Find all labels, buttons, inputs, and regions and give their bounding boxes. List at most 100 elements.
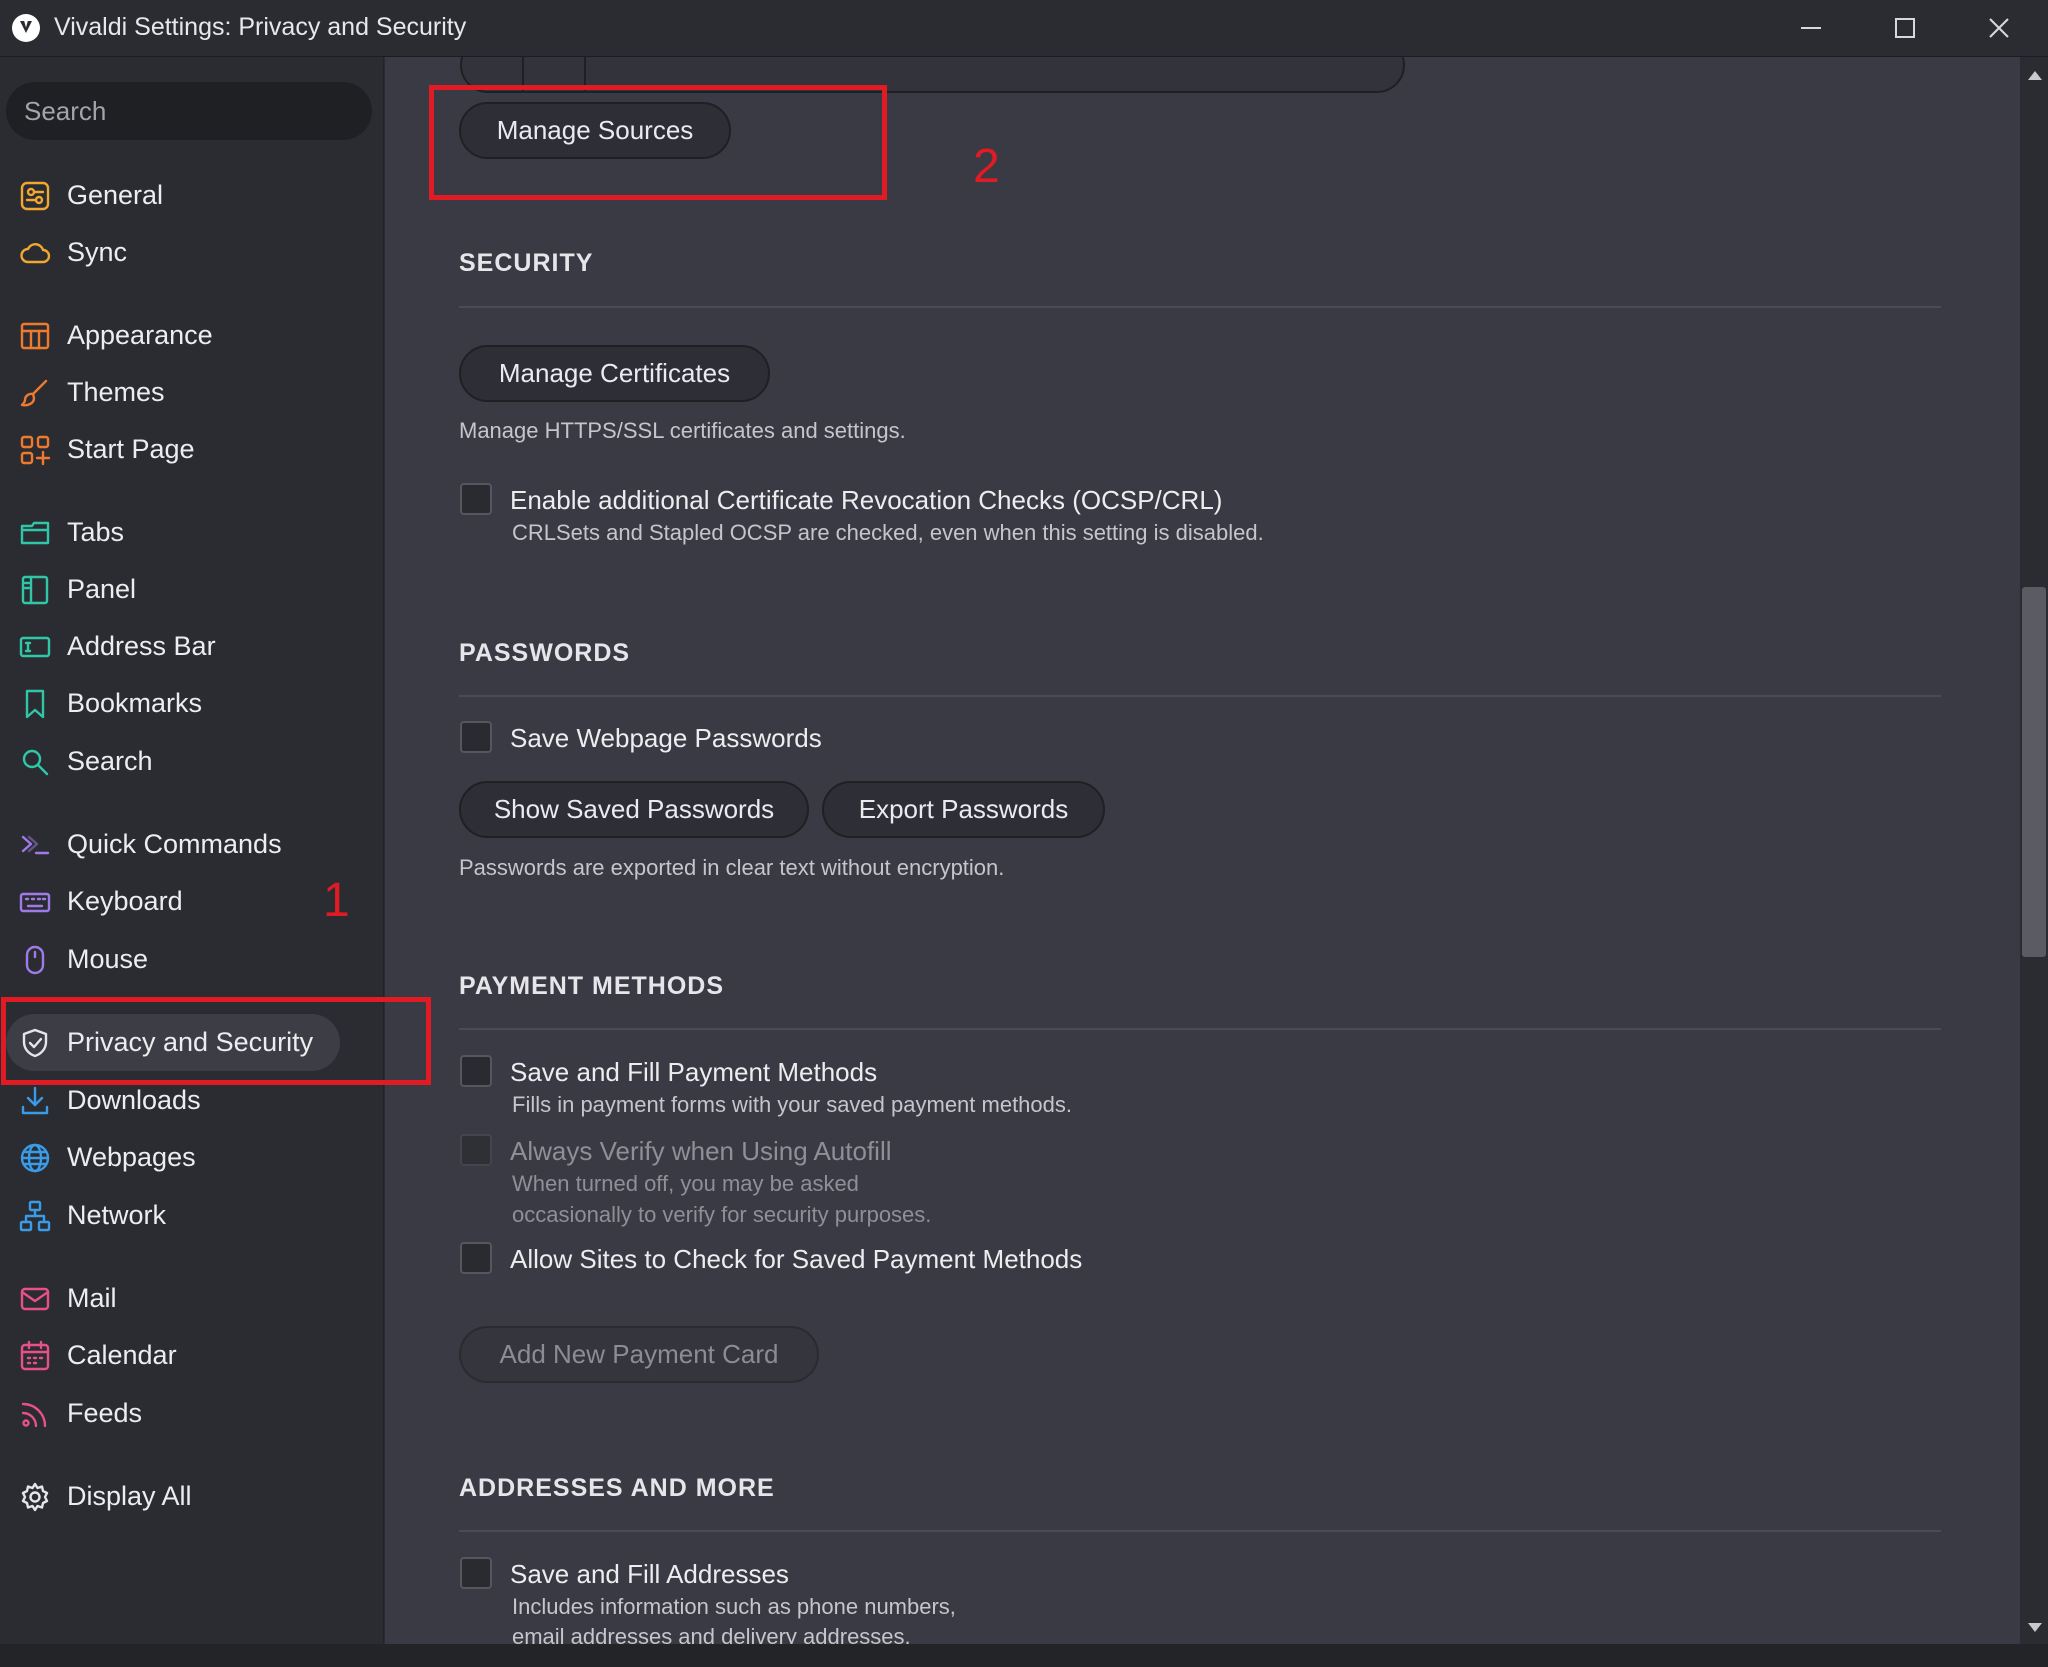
sidebar-item-calendar[interactable]: Calendar — [6, 1327, 340, 1384]
network-icon — [18, 1199, 52, 1233]
sidebar-item-label: Webpages — [67, 1142, 196, 1172]
globe-icon — [18, 1141, 52, 1175]
sidebar-item-feeds[interactable]: Feeds — [6, 1385, 340, 1442]
sidebar-item-bookmarks[interactable]: Bookmarks — [6, 675, 340, 732]
sidebar-item-webpages[interactable]: Webpages — [6, 1129, 340, 1186]
annotation-number-2: 2 — [973, 140, 1000, 193]
manage-certificates-description: Manage HTTPS/SSL certificates and settin… — [459, 418, 906, 443]
sidebar-item-keyboard[interactable]: Keyboard — [6, 873, 340, 930]
status-bar — [0, 1644, 2048, 1667]
section-divider — [459, 1028, 1941, 1030]
close-button[interactable] — [1952, 0, 2046, 56]
appearance-icon — [18, 319, 52, 353]
sidebar-item-quick-commands[interactable]: Quick Commands — [6, 816, 340, 873]
sidebar-item-label: Panel — [67, 574, 137, 604]
mouse-icon — [18, 943, 52, 977]
sidebar-item-appearance[interactable]: Appearance — [6, 307, 340, 364]
settings-sidebar: General Sync Appearance Themes Start Pag… — [0, 57, 384, 1644]
always-verify-description-line2: occasionally to verify for security purp… — [512, 1202, 932, 1227]
annotation-box-1 — [1, 997, 431, 1085]
sidebar-item-network[interactable]: Network — [6, 1187, 340, 1244]
maximize-button[interactable] — [1858, 0, 1952, 56]
always-verify-label: Always Verify when Using Autofill — [510, 1136, 892, 1166]
sidebar-item-label: Keyboard — [67, 886, 183, 916]
sidebar-item-label: Mail — [67, 1283, 117, 1313]
sidebar-item-label: Appearance — [67, 320, 213, 350]
allow-sites-check-checkbox[interactable] — [460, 1242, 492, 1274]
sidebar-item-label: Search — [67, 746, 153, 776]
save-fill-payment-description: Fills in payment forms with your saved p… — [512, 1092, 1073, 1117]
export-passwords-button[interactable]: Export Passwords — [822, 781, 1105, 838]
keyboard-icon — [18, 885, 52, 919]
download-icon — [18, 1084, 52, 1118]
always-verify-checkbox[interactable] — [460, 1134, 492, 1166]
scrollbar-thumb[interactable] — [2022, 587, 2046, 957]
minimize-icon — [1801, 27, 1821, 29]
payment-methods-heading: PAYMENT METHODS — [459, 972, 725, 1000]
sidebar-item-label: Feeds — [67, 1398, 143, 1428]
sidebar-item-search[interactable]: Search — [6, 733, 340, 790]
minimize-button[interactable] — [1764, 0, 1858, 56]
tabs-icon — [18, 516, 52, 550]
sidebar-item-label: Sync — [67, 237, 128, 267]
search-icon — [18, 745, 52, 779]
manage-certificates-button[interactable]: Manage Certificates — [459, 345, 770, 402]
sidebar-item-label: Tabs — [67, 517, 125, 547]
sidebar-item-panel[interactable]: Panel — [6, 561, 340, 618]
sidebar-item-start-page[interactable]: Start Page — [6, 421, 340, 478]
sidebar-item-label: General — [67, 180, 164, 210]
export-passwords-description: Passwords are exported in clear text wit… — [459, 855, 1005, 880]
window-title: Vivaldi Settings: Privacy and Security — [54, 13, 467, 41]
maximize-icon — [1895, 18, 1915, 38]
add-new-payment-card-button[interactable]: Add New Payment Card — [459, 1326, 819, 1383]
security-heading: SECURITY — [459, 249, 594, 277]
title-bar: Vivaldi Settings: Privacy and Security — [0, 0, 2048, 57]
sidebar-item-address-bar[interactable]: Address Bar — [6, 618, 340, 675]
sidebar-item-label: Quick Commands — [67, 829, 282, 859]
sidebar-item-tabs[interactable]: Tabs — [6, 504, 340, 561]
calendar-icon — [18, 1339, 52, 1373]
sidebar-item-mail[interactable]: Mail — [6, 1270, 340, 1327]
allow-sites-check-label: Allow Sites to Check for Saved Payment M… — [510, 1244, 1083, 1274]
sidebar-item-general[interactable]: General — [6, 167, 340, 224]
general-icon — [18, 179, 52, 213]
section-divider — [459, 306, 1941, 308]
sidebar-search[interactable] — [6, 82, 372, 140]
sidebar-item-label: Downloads — [67, 1085, 201, 1115]
sidebar-item-label: Start Page — [67, 434, 195, 464]
scroll-down-arrow-icon[interactable] — [2028, 1623, 2042, 1632]
search-input[interactable] — [6, 82, 372, 140]
section-divider — [459, 1530, 1941, 1532]
always-verify-description-line1: When turned off, you may be asked — [512, 1171, 859, 1196]
brush-icon — [18, 376, 52, 410]
close-icon — [1989, 18, 2009, 38]
save-fill-addresses-description-line2: email addresses and delivery addresses. — [512, 1624, 911, 1644]
cloud-icon — [18, 236, 52, 270]
gear-icon — [18, 1480, 52, 1514]
addresses-heading: ADDRESSES AND MORE — [459, 1474, 775, 1502]
section-divider — [459, 695, 1941, 697]
save-fill-addresses-label: Save and Fill Addresses — [510, 1559, 789, 1589]
sidebar-item-sync[interactable]: Sync — [6, 224, 340, 281]
sidebar-item-label: Calendar — [67, 1340, 177, 1370]
content-scrollbar[interactable] — [2020, 57, 2048, 1644]
save-fill-addresses-checkbox[interactable] — [460, 1557, 492, 1589]
revocation-checkbox[interactable] — [460, 483, 492, 515]
sidebar-item-label: Network — [67, 1200, 167, 1230]
show-saved-passwords-button[interactable]: Show Saved Passwords — [459, 781, 809, 838]
sidebar-item-label: Display All — [67, 1481, 192, 1511]
address-bar-icon — [18, 630, 52, 664]
sidebar-item-display-all[interactable]: Display All — [6, 1468, 340, 1525]
quick-commands-icon — [18, 828, 52, 862]
save-fill-payment-checkbox[interactable] — [460, 1055, 492, 1087]
save-fill-payment-label: Save and Fill Payment Methods — [510, 1057, 878, 1087]
scroll-up-arrow-icon[interactable] — [2028, 71, 2042, 80]
sidebar-item-label: Bookmarks — [67, 688, 203, 718]
sidebar-item-themes[interactable]: Themes — [6, 364, 340, 421]
passwords-heading: PASSWORDS — [459, 639, 631, 667]
sidebar-item-mouse[interactable]: Mouse — [6, 931, 340, 988]
save-passwords-checkbox[interactable] — [460, 721, 492, 753]
sidebar-item-label: Address Bar — [67, 631, 216, 661]
sidebar-item-label: Themes — [67, 377, 165, 407]
revocation-description: CRLSets and Stapled OCSP are checked, ev… — [512, 520, 1264, 545]
